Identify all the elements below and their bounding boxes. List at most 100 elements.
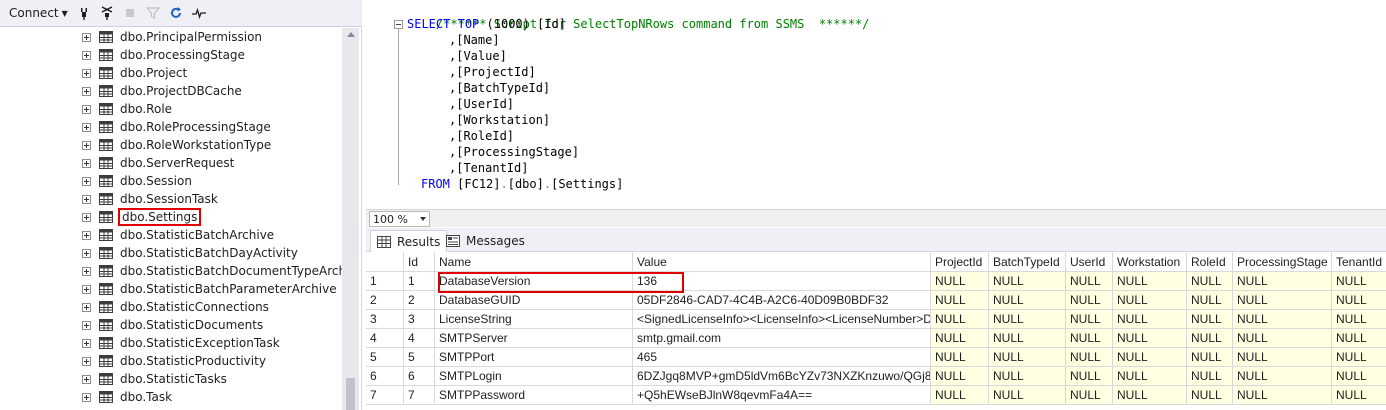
tree-item[interactable]: dbo.Session xyxy=(82,172,194,190)
grid-cell[interactable]: NULL xyxy=(1233,348,1332,367)
grid-cell[interactable]: SMTPPort xyxy=(435,348,633,367)
expand-icon[interactable] xyxy=(82,212,91,222)
grid-cell[interactable]: 2 xyxy=(404,291,435,310)
query-editor[interactable]: /****** Script for SelectTopNRows comman… xyxy=(366,0,1386,210)
expand-icon[interactable] xyxy=(82,32,91,42)
grid-cell[interactable]: NULL xyxy=(1113,348,1187,367)
tab-messages[interactable]: Messages xyxy=(440,230,531,252)
tree-item[interactable]: dbo.StatisticBatchArchive xyxy=(82,226,276,244)
tree-item[interactable]: dbo.StatisticDocuments xyxy=(82,316,265,334)
tree-item[interactable]: dbo.StatisticBatchDayActivity xyxy=(82,244,300,262)
grid-cell[interactable]: NULL xyxy=(931,386,989,405)
grid-cell[interactable]: NULL xyxy=(1233,291,1332,310)
grid-cell[interactable]: NULL xyxy=(989,329,1066,348)
row-number[interactable]: 4 xyxy=(366,329,404,348)
tree-item[interactable]: dbo.StatisticExceptionTask xyxy=(82,334,282,352)
tree-item[interactable]: dbo.Role xyxy=(82,100,174,118)
grid-cell[interactable]: NULL xyxy=(1113,291,1187,310)
row-number[interactable]: 3 xyxy=(366,310,404,329)
grid-cell[interactable]: NULL xyxy=(1332,310,1386,329)
grid-cell[interactable]: NULL xyxy=(1113,386,1187,405)
expand-icon[interactable] xyxy=(82,194,91,204)
grid-cell[interactable]: NULL xyxy=(1066,386,1113,405)
tree-scrollbar[interactable] xyxy=(342,28,359,410)
grid-cell[interactable]: NULL xyxy=(931,310,989,329)
expand-icon[interactable] xyxy=(82,248,91,258)
tree-item[interactable]: dbo.RoleProcessingStage xyxy=(82,118,273,136)
tree-item[interactable]: dbo.Project xyxy=(82,64,189,82)
expand-icon[interactable] xyxy=(82,140,91,150)
tree-item[interactable]: dbo.Settings xyxy=(82,208,202,226)
grid-cell[interactable]: NULL xyxy=(1233,329,1332,348)
grid-cell[interactable]: 136 xyxy=(633,272,931,291)
grid-cell[interactable]: smtp.gmail.com xyxy=(633,329,931,348)
expand-icon[interactable] xyxy=(82,50,91,60)
grid-cell[interactable]: SMTPPassword xyxy=(435,386,633,405)
refresh-icon[interactable] xyxy=(166,3,186,23)
grid-cell[interactable]: 05DF2846-CAD7-4C4B-A2C6-40D09B0BDF32 xyxy=(633,291,931,310)
grid-cell[interactable]: 465 xyxy=(633,348,931,367)
grid-cell[interactable]: NULL xyxy=(1066,348,1113,367)
grid-cell[interactable]: NULL xyxy=(1332,272,1386,291)
grid-cell[interactable]: NULL xyxy=(1066,329,1113,348)
grid-cell[interactable]: NULL xyxy=(1332,367,1386,386)
column-header[interactable]: ProjectId xyxy=(931,252,989,272)
grid-cell[interactable]: NULL xyxy=(931,272,989,291)
row-number[interactable]: 7 xyxy=(366,386,404,405)
grid-cell[interactable]: NULL xyxy=(1113,272,1187,291)
grid-cell[interactable]: NULL xyxy=(1187,272,1233,291)
grid-cell[interactable]: NULL xyxy=(1187,367,1233,386)
zoom-dropdown[interactable]: 100 % xyxy=(369,211,430,227)
grid-cell[interactable]: +Q5hEWseBJlnW8qevmFa4A== xyxy=(633,386,931,405)
grid-cell[interactable]: NULL xyxy=(989,367,1066,386)
column-header[interactable]: TenantId xyxy=(1332,252,1386,272)
expand-icon[interactable] xyxy=(82,176,91,186)
grid-cell[interactable]: NULL xyxy=(989,310,1066,329)
row-number[interactable]: 6 xyxy=(366,367,404,386)
grid-cell[interactable]: NULL xyxy=(1066,272,1113,291)
scroll-up-icon[interactable] xyxy=(347,32,355,37)
tree-item[interactable]: dbo.StatisticConnections xyxy=(82,298,271,316)
grid-cell[interactable]: NULL xyxy=(1066,291,1113,310)
grid-cell[interactable]: 3 xyxy=(404,310,435,329)
grid-cell[interactable]: NULL xyxy=(1066,310,1113,329)
grid-cell[interactable]: 7 xyxy=(404,386,435,405)
column-header[interactable]: UserId xyxy=(1066,252,1113,272)
grid-cell[interactable]: SMTPLogin xyxy=(435,367,633,386)
expand-icon[interactable] xyxy=(82,374,91,384)
row-number[interactable]: 5 xyxy=(366,348,404,367)
tree-item[interactable]: dbo.StatisticBatchParameterArchive xyxy=(82,280,339,298)
tree-item[interactable]: dbo.StatisticTasks xyxy=(82,370,229,388)
expand-icon[interactable] xyxy=(82,320,91,330)
grid-cell[interactable]: DatabaseGUID xyxy=(435,291,633,310)
grid-cell[interactable]: NULL xyxy=(989,272,1066,291)
grid-cell[interactable]: NULL xyxy=(1332,386,1386,405)
expand-icon[interactable] xyxy=(82,104,91,114)
tree-item[interactable]: dbo.ProjectDBCache xyxy=(82,82,244,100)
expand-icon[interactable] xyxy=(82,158,91,168)
disconnect-icon[interactable] xyxy=(97,3,117,23)
grid-cell[interactable]: NULL xyxy=(1113,367,1187,386)
filter-icon[interactable] xyxy=(143,3,163,23)
expand-icon[interactable] xyxy=(82,230,91,240)
expand-icon[interactable] xyxy=(82,68,91,78)
grid-cell[interactable]: 5 xyxy=(404,348,435,367)
grid-cell[interactable]: NULL xyxy=(1233,310,1332,329)
expand-icon[interactable] xyxy=(82,338,91,348)
grid-cell[interactable]: NULL xyxy=(1332,291,1386,310)
grid-cell[interactable]: NULL xyxy=(1113,310,1187,329)
grid-cell[interactable]: 6 xyxy=(404,367,435,386)
activity-monitor-icon[interactable] xyxy=(189,3,209,23)
grid-cell[interactable]: NULL xyxy=(931,348,989,367)
grid-cell[interactable]: NULL xyxy=(931,291,989,310)
stop-icon[interactable] xyxy=(120,3,140,23)
grid-cell[interactable]: NULL xyxy=(1332,348,1386,367)
grid-cell[interactable]: NULL xyxy=(1187,291,1233,310)
grid-cell[interactable]: NULL xyxy=(1187,310,1233,329)
grid-cell[interactable]: <SignedLicenseInfo><LicenseInfo><License… xyxy=(633,310,931,329)
grid-cell[interactable]: NULL xyxy=(1066,367,1113,386)
row-number[interactable]: 2 xyxy=(366,291,404,310)
grid-cell[interactable]: LicenseString xyxy=(435,310,633,329)
expand-icon[interactable] xyxy=(82,284,91,294)
grid-cell[interactable]: NULL xyxy=(1187,348,1233,367)
